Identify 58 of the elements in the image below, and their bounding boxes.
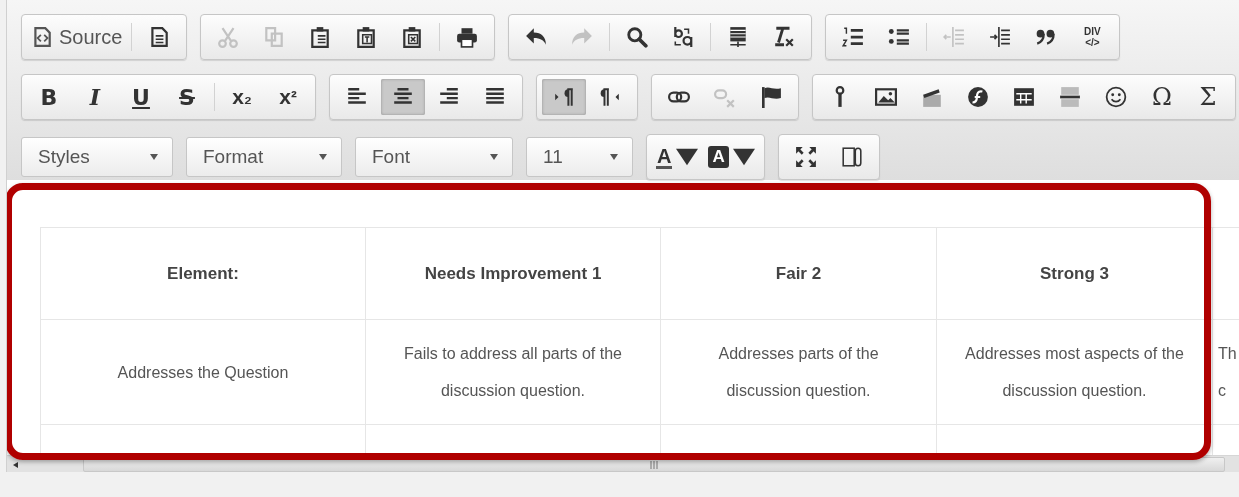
caret-icon	[150, 154, 158, 160]
background-color-button[interactable]: A	[704, 139, 759, 175]
table-cell: Addresses the Question	[40, 319, 366, 425]
scissors-icon	[217, 26, 240, 48]
column-header: Needs Improvement 1	[365, 227, 661, 320]
clapperboard-icon	[921, 86, 943, 108]
align-center-button[interactable]	[381, 79, 425, 115]
copy-icon	[263, 26, 286, 48]
flash-icon	[967, 86, 989, 108]
table-grid-icon	[1013, 86, 1035, 108]
text-color-button[interactable]: A	[652, 139, 703, 175]
table-cell: Addresses most aspects of the discussion question.	[936, 319, 1213, 425]
special-character-button[interactable]: Σ	[1186, 79, 1230, 115]
dropdown[interactable]: 11	[526, 137, 633, 177]
expand-arrows-icon	[794, 146, 817, 168]
caret-icon	[490, 154, 498, 160]
replace-icon	[672, 26, 695, 48]
div-container-button[interactable]: DIV </>	[1070, 19, 1115, 55]
indent-icon	[989, 26, 1012, 48]
clipboard-icon	[401, 26, 424, 48]
outdent-icon	[943, 26, 966, 48]
paragraph-direction-icon	[553, 86, 575, 108]
show-blocks-icon	[840, 146, 863, 168]
dropdown[interactable]: Styles	[21, 137, 173, 177]
column-header: Strong 3	[936, 227, 1213, 320]
grip-icon	[650, 460, 658, 469]
flag-icon	[760, 86, 782, 108]
document-icon	[148, 26, 171, 48]
strikethrough-button[interactable]: S	[165, 79, 209, 115]
caret-icon	[610, 154, 618, 160]
underline-button[interactable]: U	[119, 79, 163, 115]
horizontal-line-icon	[1059, 86, 1081, 108]
printer-icon	[456, 26, 479, 48]
column-header: Element:	[40, 227, 366, 320]
italic-button[interactable]: I	[73, 79, 117, 115]
broken-link-icon	[714, 86, 736, 108]
column-header: Fair 2	[660, 227, 937, 320]
numbered-list-icon	[842, 26, 865, 48]
clear-format-icon	[773, 26, 796, 48]
paragraph-direction-icon	[599, 86, 621, 108]
caret-icon	[319, 154, 327, 160]
special-character-button[interactable]: Ω	[1140, 79, 1184, 115]
bulleted-list-icon	[888, 26, 911, 48]
source-button[interactable]: Source	[27, 19, 127, 55]
dropdown[interactable]: Format	[186, 137, 342, 177]
table-cell: Fails to address all parts of the discussion question.	[365, 319, 661, 425]
smiley-icon	[1105, 86, 1127, 108]
search-icon	[626, 26, 649, 48]
table-cell: Addresses parts of the discussion question.	[660, 319, 937, 425]
bold-button[interactable]: B	[27, 79, 71, 115]
image-icon	[875, 86, 897, 108]
dropdown[interactable]: Font	[355, 137, 513, 177]
clipboard-icon	[309, 26, 332, 48]
code-document-icon	[31, 26, 53, 48]
left-to-right-button[interactable]	[542, 79, 586, 115]
clipboard-icon	[355, 26, 378, 48]
caret-icon	[732, 146, 755, 168]
caret-icon	[676, 146, 699, 168]
